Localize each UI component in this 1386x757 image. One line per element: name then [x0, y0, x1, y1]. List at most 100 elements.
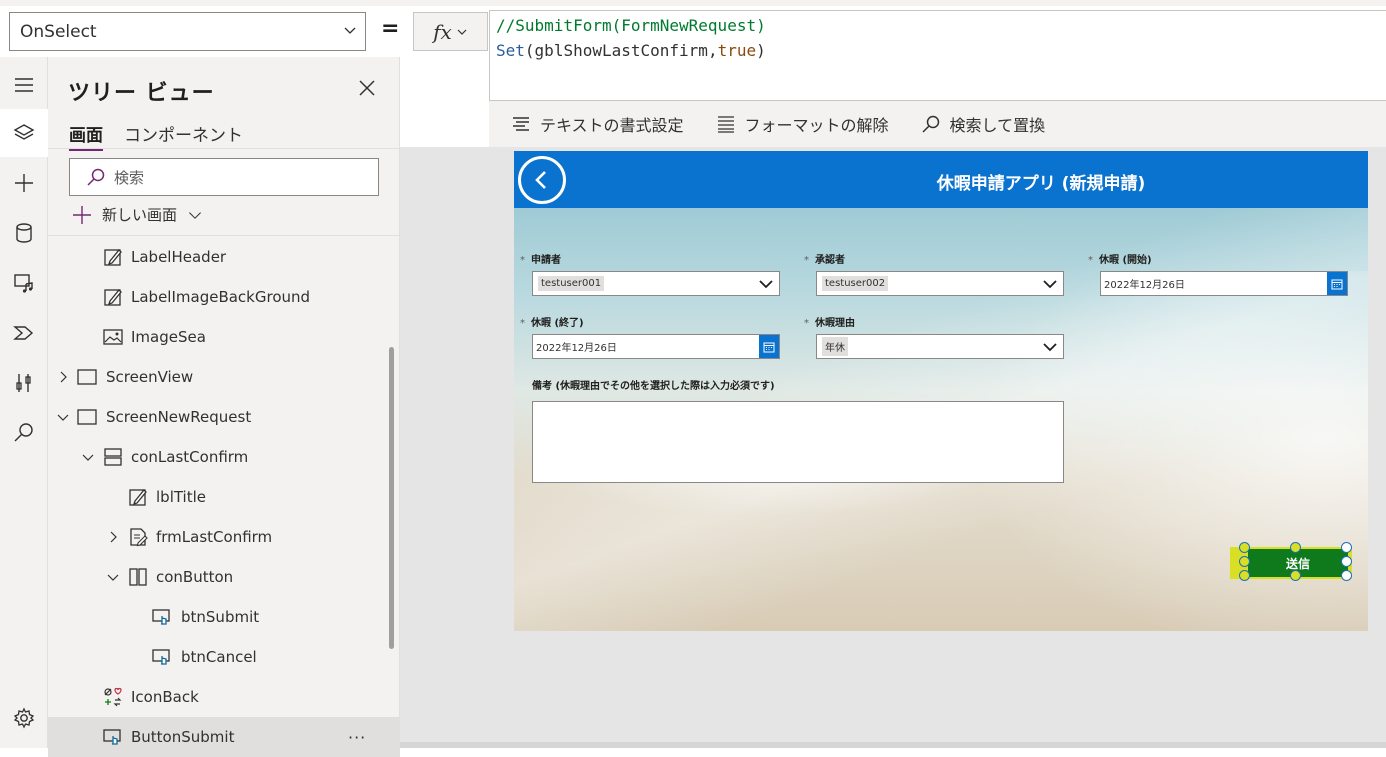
fx-icon: fx — [433, 19, 452, 44]
reason-dropdown[interactable]: 年休 — [816, 334, 1064, 359]
formula-comma: , — [707, 41, 718, 60]
equals-sign: = — [381, 16, 400, 41]
format-text-button[interactable]: テキストの書式設定 — [511, 112, 684, 136]
app-header: 休暇申請アプリ (新規申請) — [514, 151, 1368, 208]
tree-node-btnsubmit[interactable]: btnSubmit — [48, 597, 400, 637]
calendar-icon — [1331, 279, 1343, 289]
find-replace-button[interactable]: 検索して置換 — [921, 112, 1045, 136]
tree-node-iconback[interactable]: IconBack — [48, 677, 400, 717]
chevron-down-icon[interactable] — [81, 450, 95, 464]
tree-node-screenview[interactable]: ScreenView — [48, 357, 400, 397]
power-automate-button[interactable] — [0, 309, 48, 357]
tab-components[interactable]: コンポーネント — [124, 121, 243, 146]
tree-node-label: conLastConfirm — [131, 448, 249, 466]
search-rail-button[interactable] — [0, 409, 48, 457]
chevron-down-icon — [1043, 280, 1057, 289]
property-dropdown-value: OnSelect — [20, 21, 97, 42]
resize-handle[interactable] — [1290, 542, 1301, 553]
tree-search-input[interactable]: 検索 — [69, 158, 379, 196]
resize-handle[interactable] — [1341, 556, 1352, 567]
calendar-button[interactable] — [759, 335, 779, 358]
search-icon — [87, 168, 105, 186]
notes-label: 備考 (休暇理由でその他を選択した際は入力必須です) — [532, 381, 775, 392]
tree-node-imagesea[interactable]: ImageSea — [48, 317, 400, 357]
resize-handle[interactable] — [1341, 570, 1352, 581]
format-text-label: テキストの書式設定 — [540, 116, 684, 135]
resize-handle[interactable] — [1239, 556, 1250, 567]
tab-screens[interactable]: 画面 — [69, 121, 103, 151]
notes-textarea[interactable] — [532, 401, 1064, 483]
tree-node-label: ImageSea — [131, 328, 206, 346]
tree-node-label: conButton — [156, 568, 234, 586]
media-button[interactable] — [0, 259, 48, 307]
chevron-right-icon[interactable] — [106, 530, 120, 544]
formula-paren-open: ( — [524, 41, 535, 60]
data-button[interactable] — [0, 209, 48, 257]
chevron-down-icon — [189, 211, 201, 219]
tree-node-label: LabelHeader — [131, 248, 227, 266]
layers-icon — [13, 124, 35, 140]
formula-keyword: true — [717, 41, 757, 60]
chevron-down-icon[interactable] — [106, 570, 120, 584]
more-options-button[interactable]: ··· — [348, 728, 366, 747]
remove-format-label: フォーマットの解除 — [744, 116, 889, 135]
approver-dropdown[interactable]: testuser002 — [816, 271, 1064, 296]
tree-node-label: LabelImageBackGround — [131, 288, 311, 306]
calendar-button[interactable] — [1327, 272, 1347, 295]
tree-scrollbar[interactable] — [389, 347, 394, 649]
formula-line-comment: //SubmitForm(FormNewRequest) — [496, 16, 766, 35]
tree-node-lbltitle[interactable]: lblTitle — [48, 477, 400, 517]
resize-handle[interactable] — [1239, 542, 1250, 553]
left-rail — [0, 57, 48, 748]
start-date-label: * 休暇 (開始) — [1088, 251, 1152, 266]
chevron-down-icon[interactable] — [56, 410, 70, 424]
tree-node-label: IconBack — [131, 688, 199, 706]
insert-button[interactable] — [0, 159, 48, 207]
tree-node-btncancel[interactable]: btnCancel — [48, 637, 400, 677]
power-automate-icon — [13, 326, 34, 340]
chevron-down-icon — [344, 27, 356, 34]
reason-label: * 休暇理由 — [804, 314, 855, 329]
top-strip — [0, 0, 1386, 6]
resize-handle[interactable] — [1341, 542, 1352, 553]
start-date-value: 2022年12月26日 — [1104, 280, 1185, 291]
canvas-scrollbar[interactable] — [400, 742, 1386, 748]
tree-node-labelheader[interactable]: LabelHeader — [48, 237, 400, 277]
new-screen-button[interactable]: 新しい画面 — [72, 204, 203, 225]
tree-node-buttonsubmit[interactable]: ButtonSubmit ··· — [48, 717, 400, 757]
hamburger-icon — [15, 78, 33, 92]
approver-label: * 承認者 — [804, 251, 845, 266]
button-icon — [103, 729, 121, 745]
start-date-picker[interactable]: 2022年12月26日 — [1100, 271, 1348, 296]
tree-node-frmlastconfirm[interactable]: frmLastConfirm — [48, 517, 400, 557]
remove-format-button[interactable]: フォーマットの解除 — [716, 112, 889, 136]
settings-button[interactable] — [0, 694, 48, 742]
resize-handle[interactable] — [1290, 570, 1301, 581]
chevron-right-icon[interactable] — [56, 370, 70, 384]
tree-node-label: btnCancel — [181, 648, 257, 666]
tree-node-label: lblTitle — [156, 488, 207, 506]
format-text-icon — [513, 117, 529, 131]
fx-button[interactable]: fx — [413, 12, 488, 51]
resize-handle[interactable] — [1239, 570, 1250, 581]
end-date-value: 2022年12月26日 — [536, 343, 617, 354]
applicant-label: * 申請者 — [520, 251, 561, 266]
tree-node-conlastconfirm[interactable]: conLastConfirm — [48, 437, 400, 477]
reason-value: 年休 — [822, 337, 848, 356]
tree-view-button[interactable] — [0, 109, 48, 157]
approver-value: testuser002 — [822, 276, 889, 291]
end-date-picker[interactable]: 2022年12月26日 — [532, 334, 780, 359]
advanced-tools-button[interactable] — [0, 359, 48, 407]
tree-node-screennewrequest[interactable]: ScreenNewRequest — [48, 397, 400, 437]
close-icon[interactable] — [356, 77, 378, 99]
screen-icon — [77, 409, 97, 425]
chevron-down-icon — [1043, 343, 1057, 352]
tree-node-labelimagebackground[interactable]: LabelImageBackGround — [48, 277, 400, 317]
applicant-dropdown[interactable]: testuser001 — [532, 271, 780, 296]
tree-node-conbutton[interactable]: conButton — [48, 557, 400, 597]
property-dropdown[interactable]: OnSelect — [9, 12, 366, 51]
tree-node-label: ButtonSubmit — [131, 728, 235, 746]
divider — [48, 235, 400, 236]
hamburger-menu-button[interactable] — [0, 61, 48, 109]
formula-editor[interactable]: //SubmitForm(FormNewRequest) Set(gblShow… — [489, 10, 1386, 101]
